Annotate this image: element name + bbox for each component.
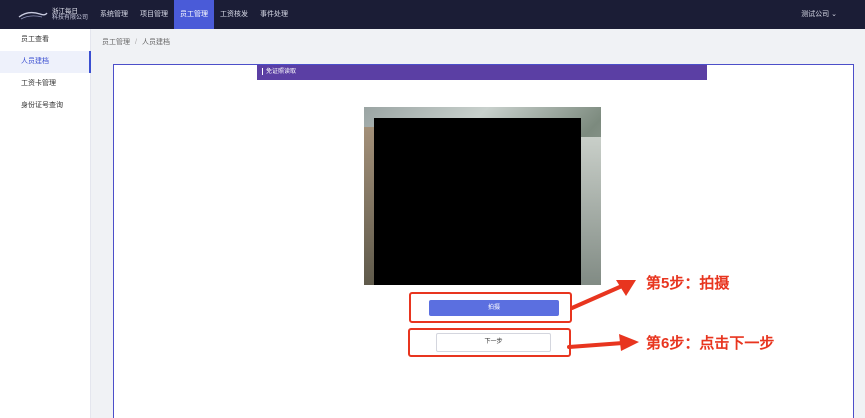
sidebar-item-id-lookup[interactable]: 身份证号查询	[0, 95, 90, 117]
annotation-step6: 第6步：点击下一步	[646, 335, 775, 352]
breadcrumb-separator: /	[135, 39, 137, 46]
sidebar-item-employee-view[interactable]: 员工查看	[0, 29, 90, 51]
card-header: 免证照读取	[257, 65, 707, 80]
arrow-icon	[570, 280, 636, 310]
arrow-icon	[567, 334, 639, 351]
capture-button[interactable]: 拍摄	[429, 300, 559, 316]
card-header-bar	[262, 67, 263, 75]
top-navbar: 浙江每日 科技有限公司 系统管理 项目管理 员工管理 工资核发 事件处理 测试公…	[0, 0, 865, 29]
next-step-button[interactable]: 下一步	[436, 333, 551, 352]
camera-preview	[364, 107, 601, 285]
main-nav: 系统管理 项目管理 员工管理 工资核发 事件处理	[94, 0, 294, 29]
camera-background-right	[580, 137, 601, 285]
nav-payroll[interactable]: 工资核发	[214, 0, 254, 29]
logo-line1: 浙江每日	[52, 7, 78, 15]
breadcrumb-item-personnel-filing: 人员建档	[141, 39, 170, 46]
logo-text: 浙江每日 科技有限公司	[52, 8, 88, 22]
redacted-area	[374, 118, 581, 285]
nav-system-management[interactable]: 系统管理	[94, 0, 134, 29]
logo-icon	[18, 11, 48, 19]
annotation-step5: 第5步：拍摄	[646, 275, 730, 292]
company-logo[interactable]: 浙江每日 科技有限公司	[18, 5, 88, 24]
sidebar-item-personnel-filing[interactable]: 人员建档	[0, 51, 91, 73]
breadcrumb-item-employee-management[interactable]: 员工管理	[102, 39, 130, 46]
company-dropdown[interactable]: 测试公司 ⌄	[801, 0, 837, 29]
nav-employee-management[interactable]: 员工管理	[174, 0, 214, 29]
sidebar-item-salary-card[interactable]: 工资卡管理	[0, 73, 90, 95]
logo-line2: 科技有限公司	[52, 14, 89, 21]
card-title: 免证照读取	[266, 69, 297, 75]
breadcrumb: 员工管理 / 人员建档	[102, 37, 170, 47]
camera-background-left	[364, 127, 374, 285]
nav-event-handling[interactable]: 事件处理	[254, 0, 294, 29]
sidebar: 员工查看 人员建档 工资卡管理 身份证号查询	[0, 29, 91, 418]
nav-project-management[interactable]: 项目管理	[134, 0, 174, 29]
